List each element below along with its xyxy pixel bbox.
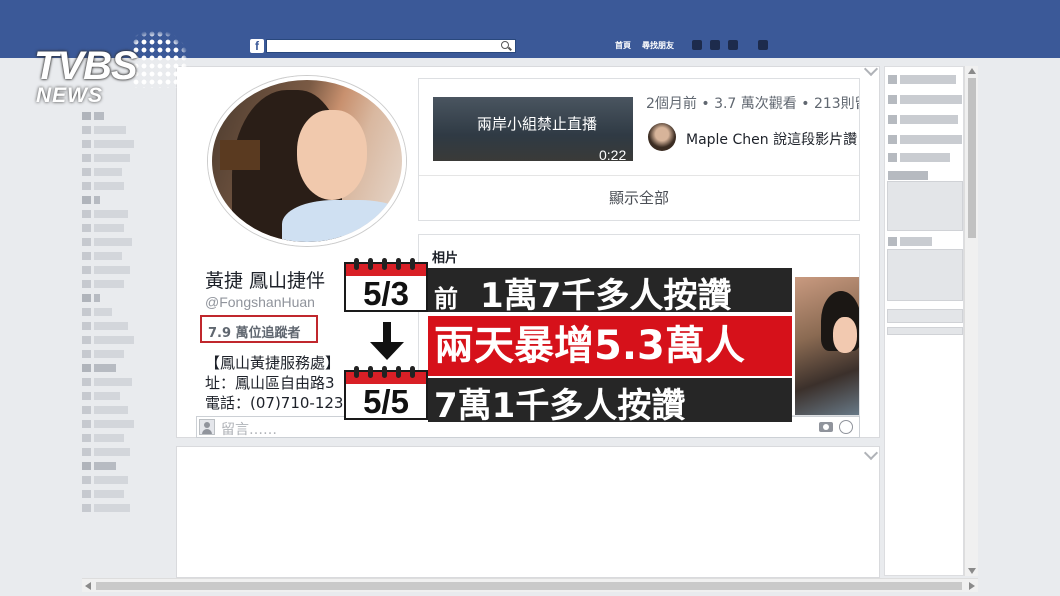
news-wordmark: NEWS: [36, 84, 103, 107]
scroll-down-icon[interactable]: [968, 568, 976, 574]
calendar-icon: 5/5: [344, 366, 428, 420]
vertical-scrollbar[interactable]: [964, 66, 978, 576]
commenter-avatar[interactable]: [648, 123, 676, 151]
caption-before-text: 1萬7千多人按讚: [480, 276, 732, 316]
about-phone: 電話：(07)710-123: [205, 394, 344, 412]
notifications-icon[interactable]: [728, 40, 738, 50]
search-icon[interactable]: [501, 41, 509, 49]
date-label-start: 5/3: [363, 275, 409, 312]
camera-icon[interactable]: [819, 422, 833, 432]
caption-highlight: 兩天暴增5.3萬人: [428, 316, 792, 376]
facebook-logo-icon[interactable]: f: [250, 39, 264, 53]
feed-panel: [176, 446, 880, 578]
left-sidebar-menu: [82, 112, 172, 518]
tvbs-dots-logo-icon: [132, 30, 190, 88]
calendar-icon: 5/3: [344, 258, 428, 312]
nav-home[interactable]: 首頁: [615, 40, 631, 51]
search-input[interactable]: [266, 39, 516, 53]
videos-card: 兩岸小組禁止直播 0:22 2個月前 • 3.7 萬次觀看 • 213則留 Ma…: [418, 78, 860, 221]
caption-after: 7萬1千多人按讚: [428, 378, 792, 426]
user-avatar-icon: [199, 419, 215, 435]
profile-picture[interactable]: [208, 76, 406, 246]
account-menu-icon[interactable]: [758, 40, 768, 50]
friend-requests-icon[interactable]: [692, 40, 702, 50]
tvbs-news-watermark: TVBS NEWS: [34, 30, 194, 114]
photo-thumbnail[interactable]: [795, 277, 859, 415]
comment-input[interactable]: 留言……: [221, 419, 277, 439]
messages-icon[interactable]: [710, 40, 720, 50]
page-title[interactable]: 黃捷 鳳山捷伴: [205, 266, 325, 293]
scroll-right-icon[interactable]: [969, 582, 975, 590]
scroll-thumb[interactable]: [968, 78, 976, 238]
date-label-end: 5/5: [363, 383, 409, 420]
photos-title[interactable]: 相片: [432, 247, 458, 266]
page-handle[interactable]: @FongshanHuan: [205, 294, 315, 310]
video-thumb-title: 兩岸小組禁止直播: [477, 115, 598, 133]
scroll-left-icon[interactable]: [85, 582, 91, 590]
video-duration: 0:22: [599, 147, 627, 163]
nav-find-friends[interactable]: 尋找朋友: [642, 40, 674, 51]
caption-before-prefix: 前: [434, 285, 458, 313]
video-thumbnail[interactable]: 兩岸小組禁止直播 0:22: [433, 97, 633, 163]
tvbs-wordmark: TVBS: [34, 44, 138, 88]
about-address: 址：鳳山區自由路3: [205, 374, 335, 392]
caption-before: 前 1萬7千多人按讚: [428, 268, 792, 316]
video-meta: 2個月前 • 3.7 萬次觀看 • 213則留: [646, 96, 860, 112]
arrow-down-icon: [370, 322, 404, 362]
scroll-up-icon[interactable]: [968, 68, 976, 74]
right-sidebar: [884, 66, 964, 576]
hscroll-thumb[interactable]: [96, 582, 962, 590]
emoji-icon[interactable]: [839, 420, 853, 434]
show-all-link[interactable]: 顯示全部: [419, 175, 859, 220]
about-office: 【鳳山黃捷服務處】: [205, 354, 341, 372]
followers-count: 7.9 萬位追蹤者: [200, 315, 318, 343]
video-like-note: Maple Chen 說這段影片讚: [686, 132, 858, 148]
horizontal-scrollbar[interactable]: [82, 578, 978, 592]
